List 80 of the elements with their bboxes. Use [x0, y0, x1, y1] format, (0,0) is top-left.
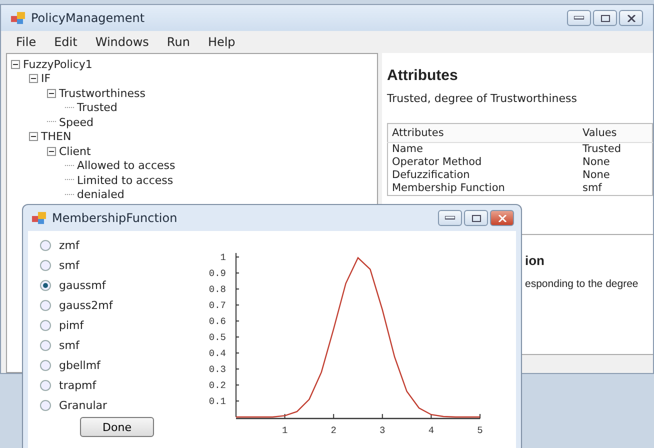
table-cell: Name: [388, 142, 578, 156]
section-description: esponding to the degree: [525, 278, 640, 290]
minimize-icon: [445, 216, 455, 220]
minimize-icon: [574, 16, 584, 20]
menu-item[interactable]: File: [9, 34, 44, 50]
tree-item[interactable]: FuzzyPolicy1: [23, 58, 92, 71]
y-tick-label: 0.1: [208, 396, 226, 407]
table-cell: Trusted: [578, 142, 652, 156]
table-cell: Membership Function: [388, 182, 578, 196]
y-tick-label: 0.7: [208, 300, 226, 311]
close-icon: [626, 14, 636, 22]
app-icon: [11, 12, 25, 24]
tree-item[interactable]: Client: [59, 144, 91, 158]
tree-item[interactable]: Trusted: [77, 101, 118, 114]
window-title: PolicyManagement: [31, 11, 146, 25]
y-tick-label: 0.5: [208, 332, 226, 343]
maximize-button[interactable]: [593, 10, 617, 26]
section-heading: ion: [525, 253, 546, 268]
y-tick-label: 0.8: [208, 284, 226, 295]
radio-option[interactable]: smf: [40, 255, 188, 275]
collapse-toggle[interactable]: [47, 146, 56, 156]
y-tick-label: 0.9: [208, 268, 226, 279]
minus-icon: [31, 76, 36, 82]
tree-item[interactable]: Trustworthiness: [59, 86, 146, 100]
column-header: Attributes: [388, 124, 578, 142]
y-tick-label: 0.3: [208, 364, 226, 375]
y-tick-label: 0.4: [208, 348, 226, 359]
done-button[interactable]: Done: [80, 417, 154, 437]
minus-icon: [49, 90, 54, 96]
minus-icon: [49, 148, 54, 154]
menu-item[interactable]: Help: [200, 34, 242, 50]
radio-option[interactable]: trapmf: [40, 375, 188, 395]
tree-item[interactable]: denialed: [77, 188, 124, 202]
radio-option[interactable]: gauss2mf: [40, 295, 188, 315]
x-tick-label: 4: [428, 425, 434, 436]
menu-item[interactable]: Edit: [47, 34, 84, 50]
x-tick-label: 1: [282, 425, 288, 436]
table-cell: None: [578, 169, 652, 182]
minus-icon: [13, 62, 18, 67]
tree-item[interactable]: Speed: [59, 116, 94, 129]
radio-option[interactable]: smf: [40, 335, 188, 355]
tree-item[interactable]: Allowed to access: [77, 159, 176, 172]
x-tick-label: 3: [380, 425, 386, 436]
x-tick-label: 2: [330, 425, 336, 436]
y-tick-label: 0.2: [208, 380, 226, 391]
section-heading: Attributes: [387, 67, 459, 84]
app-icon: [32, 212, 46, 224]
maximize-button[interactable]: [464, 210, 488, 226]
table-cell: smf: [578, 182, 652, 196]
radio-option[interactable]: gaussmf: [40, 275, 188, 295]
collapse-toggle[interactable]: [11, 60, 20, 69]
dialog-title: MembershipFunction: [52, 211, 178, 225]
radio-option[interactable]: Granular: [40, 395, 188, 415]
minus-icon: [31, 134, 36, 140]
x-tick-label: 5: [477, 425, 483, 436]
section-description: Trusted, degree of Trustworthiness: [387, 92, 578, 105]
collapse-toggle[interactable]: [47, 88, 56, 98]
radio-option[interactable]: gbellmf: [40, 355, 188, 375]
close-button[interactable]: [490, 210, 514, 226]
radio-option[interactable]: zmf: [40, 235, 188, 255]
menu-item[interactable]: Run: [160, 34, 197, 50]
close-button[interactable]: [619, 10, 643, 26]
close-icon: [498, 214, 506, 222]
table-cell: Operator Method: [388, 156, 578, 169]
collapse-toggle[interactable]: [29, 74, 38, 84]
maximize-icon: [600, 14, 610, 22]
table-cell: Defuzzification: [388, 169, 578, 182]
menu-item[interactable]: Windows: [88, 34, 156, 50]
maximize-icon: [472, 214, 480, 222]
tree-item[interactable]: THEN: [41, 130, 72, 144]
collapse-toggle[interactable]: [29, 132, 38, 142]
column-header: Values: [578, 124, 652, 142]
minimize-button[interactable]: [438, 210, 462, 226]
y-tick-label: 1: [220, 252, 226, 263]
minimize-button[interactable]: [567, 10, 591, 26]
tree-item[interactable]: IF: [41, 72, 51, 86]
table-cell: None: [578, 156, 652, 169]
tree-item[interactable]: Limited to access: [77, 174, 174, 187]
radio-option[interactable]: pimf: [40, 315, 188, 335]
y-tick-label: 0.6: [208, 316, 226, 327]
